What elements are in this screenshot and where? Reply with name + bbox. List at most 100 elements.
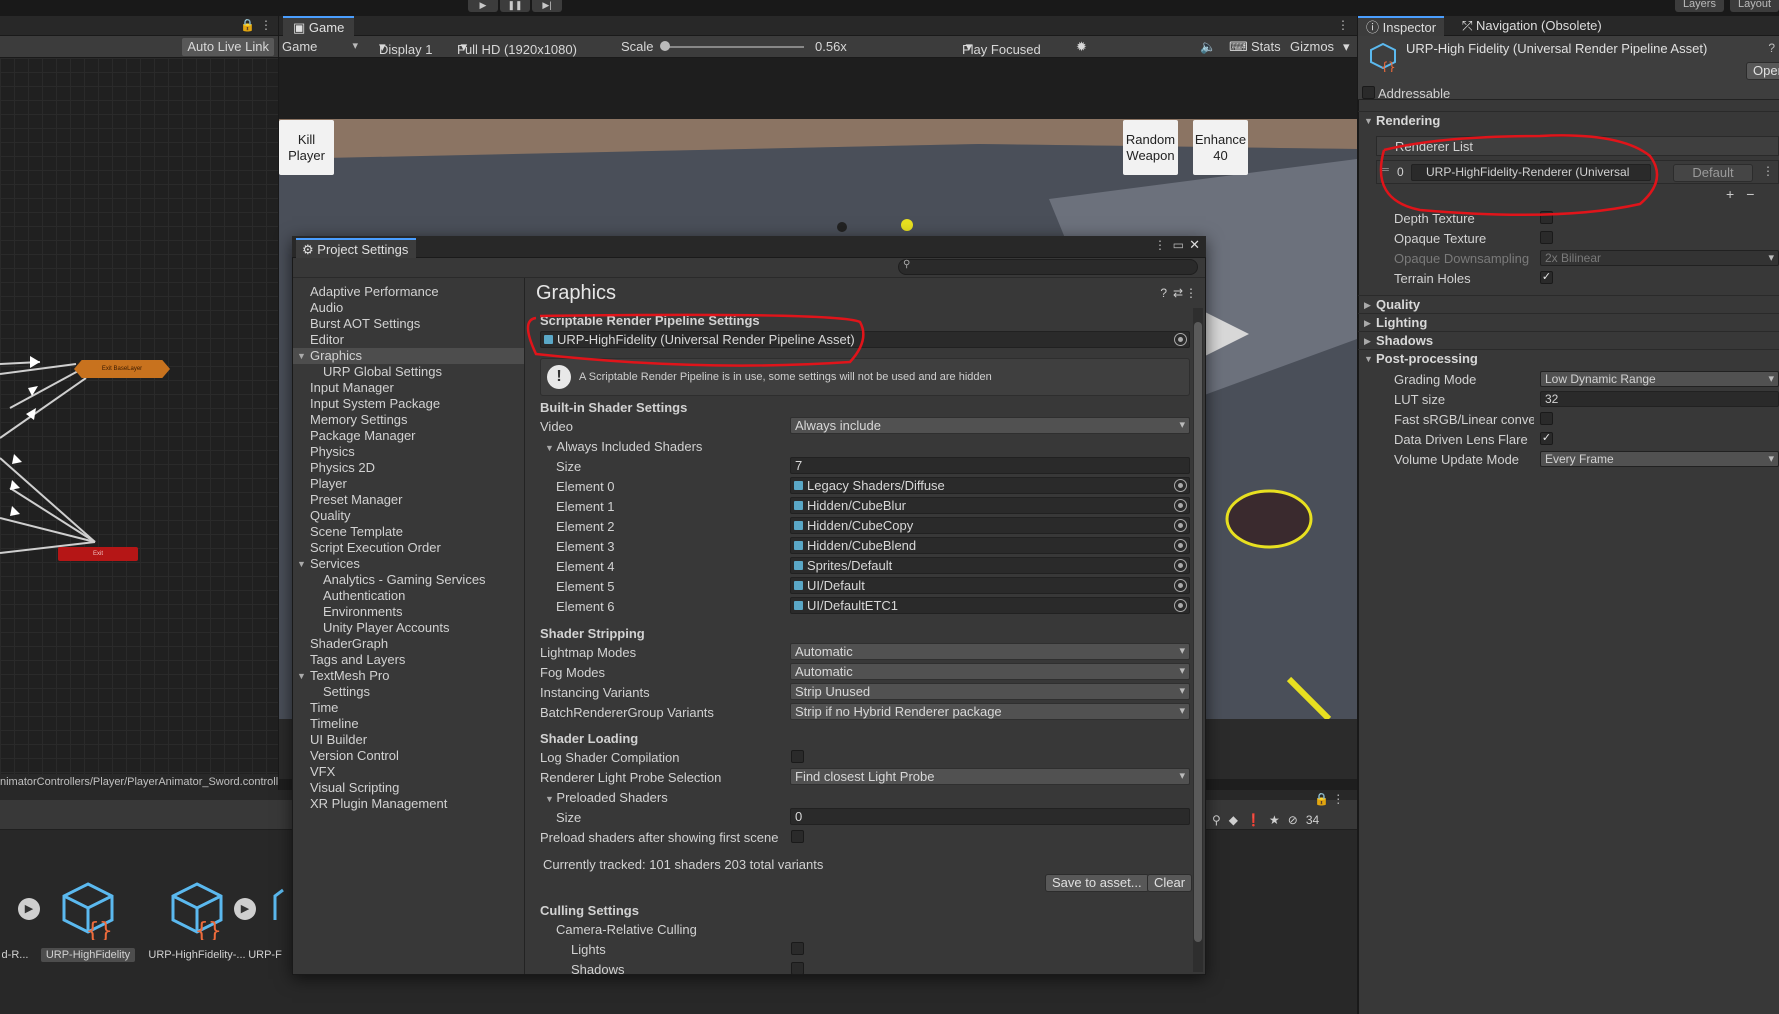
sidebar-item[interactable]: ShaderGraph [293,636,524,652]
sidebar-item[interactable]: UI Builder [293,732,524,748]
asset-item[interactable]: URP-F [240,880,290,962]
add-icon[interactable]: + [1726,186,1734,202]
expanded-arrow-icon[interactable]: ▼ [297,348,306,364]
sidebar-item[interactable]: Editor [293,332,524,348]
scrollbar-thumb[interactable] [1194,322,1202,942]
object-picker-icon[interactable] [1174,519,1187,532]
sidebar-item[interactable]: Scene Template [293,524,524,540]
asset-item[interactable]: {} URP-HighFidelity-... [142,880,252,962]
instancing-variants-dropdown[interactable]: Strip Unused [790,683,1190,700]
kebab-menu-icon[interactable]: ⋮ [1185,286,1197,300]
tab-inspector[interactable]: ⓘ Inspector [1358,16,1445,36]
layout-dropdown[interactable]: Layout [1729,0,1779,12]
sidebar-item[interactable]: Tags and Layers [293,652,524,668]
foldout-shadows[interactable]: ▶ Shadows [1358,331,1779,349]
shadows-culling-checkbox[interactable] [791,962,804,975]
default-button[interactable]: Default [1673,164,1753,182]
always-included-foldout[interactable]: ▼ Always Included Shaders [545,439,702,454]
sidebar-item[interactable]: ▼ Services [293,556,524,572]
sidebar-item[interactable]: URP Global Settings [293,364,524,380]
sidebar-item[interactable]: Version Control [293,748,524,764]
element-object-field[interactable]: Sprites/Default [790,557,1190,574]
opaque-texture-checkbox[interactable] [1540,231,1553,244]
object-picker-icon[interactable] [1174,599,1187,612]
stats-toggle[interactable]: Stats [1251,39,1281,54]
help-icon[interactable]: ? [1160,286,1167,300]
element-object-field[interactable]: UI/DefaultETC1 [790,597,1190,614]
sidebar-item[interactable]: Preset Manager [293,492,524,508]
tab-game[interactable]: ▣ Game [283,16,355,36]
expanded-arrow-icon[interactable]: ▼ [297,556,306,572]
star-icon[interactable]: ★ [1269,813,1280,827]
sidebar-item[interactable]: ▼ Graphics [293,348,524,364]
sidebar-item[interactable]: Script Execution Order [293,540,524,556]
video-dropdown[interactable]: Always include [790,417,1190,434]
object-picker-icon[interactable] [1174,479,1187,492]
lut-size-field[interactable]: 32 [1540,391,1779,407]
element-object-field[interactable]: Hidden/CubeBlend [790,537,1190,554]
grading-mode-dropdown[interactable]: Low Dynamic Range [1540,371,1779,387]
bug-icon[interactable]: ✹ [1076,39,1087,55]
help-icon[interactable]: ? [1768,41,1775,55]
volume-update-mode-dropdown[interactable]: Every Frame [1540,451,1779,467]
sidebar-item[interactable]: Audio [293,300,524,316]
sidebar-item[interactable]: XR Plugin Management [293,796,524,812]
scale-slider-track[interactable] [664,46,804,48]
resolution-dropdown[interactable]: Full HD (1920x1080) ▾ [457,39,617,57]
label-icon[interactable]: ◆ [1229,813,1238,827]
lights-checkbox[interactable] [791,942,804,955]
preload-after-checkbox[interactable] [791,830,804,843]
hidden-count-icon[interactable]: ⊘ [1288,813,1298,827]
preloaded-foldout[interactable]: ▼ Preloaded Shaders [545,790,668,805]
layers-dropdown[interactable]: Layers [1674,0,1724,12]
element-object-field[interactable]: Hidden/CubeCopy [790,517,1190,534]
srp-object-field[interactable]: URP-HighFidelity (Universal Render Pipel… [540,331,1190,348]
sidebar-item[interactable]: Physics 2D [293,460,524,476]
log-shader-checkbox[interactable] [791,750,804,763]
remove-icon[interactable]: − [1746,186,1754,202]
close-icon[interactable]: ✕ [1189,237,1200,253]
kebab-menu-icon[interactable]: ⋮ [260,18,272,32]
sidebar-item[interactable]: VFX [293,764,524,780]
sidebar-item[interactable]: Authentication [293,588,524,604]
view-mode-dropdown[interactable]: Game [282,39,362,54]
fast-srgb-checkbox[interactable] [1540,412,1553,425]
tab-navigation[interactable]: ⤱ Navigation (Obsolete) [1454,16,1610,36]
sidebar-item[interactable]: Unity Player Accounts [293,620,524,636]
sidebar-item[interactable]: Adaptive Performance [293,284,524,300]
sidebar-item[interactable]: Quality [293,508,524,524]
renderer-object-field[interactable]: URP-HighFidelity-Renderer (Universal [1411,164,1651,181]
sidebar-item[interactable]: Time [293,700,524,716]
sidebar-item[interactable]: Input System Package [293,396,524,412]
pause-button[interactable]: ❚❚ [500,0,530,12]
sidebar-item[interactable]: Settings [293,684,524,700]
sidebar-item[interactable]: Visual Scripting [293,780,524,796]
gizmos-dropdown[interactable]: Gizmos [1290,39,1334,54]
kill-player-button[interactable]: Kill Player [279,120,334,175]
sidebar-item[interactable]: Physics [293,444,524,460]
preloaded-size-field[interactable]: 0 [790,808,1190,825]
kebab-menu-icon[interactable]: ⋮ [1337,18,1349,32]
filter-type-icon[interactable]: ⚲ [1212,813,1221,827]
open-button[interactable]: Open [1746,62,1779,80]
brg-variants-dropdown[interactable]: Strip if no Hybrid Renderer package [790,703,1190,720]
sidebar-item[interactable]: Burst AOT Settings [293,316,524,332]
maximize-icon[interactable]: ▭ [1173,238,1184,252]
search-input[interactable]: ⚲ [898,259,1198,275]
object-picker-icon[interactable] [1174,539,1187,552]
foldout-quality[interactable]: ▶ Quality [1358,295,1779,313]
kebab-menu-icon[interactable]: ⋮ [1154,238,1166,252]
probe-selection-dropdown[interactable]: Find closest Light Probe [790,768,1190,785]
save-to-asset-button[interactable]: Save to asset... [1045,874,1149,892]
sidebar-item[interactable]: Package Manager [293,428,524,444]
object-picker-icon[interactable] [1174,559,1187,572]
animator-graph[interactable] [0,58,278,774]
sidebar-item[interactable]: Player [293,476,524,492]
gizmos-arrow-icon[interactable]: ▾ [1343,39,1350,55]
fog-modes-dropdown[interactable]: Automatic [790,663,1190,680]
lens-flare-checkbox[interactable]: ✓ [1540,432,1553,445]
sidebar-item[interactable]: Analytics - Gaming Services [293,572,524,588]
mute-audio-icon[interactable]: 🔈 [1200,39,1216,55]
warning-icon[interactable]: ❗ [1246,813,1261,827]
state-node-exit[interactable]: Exit [58,547,138,561]
